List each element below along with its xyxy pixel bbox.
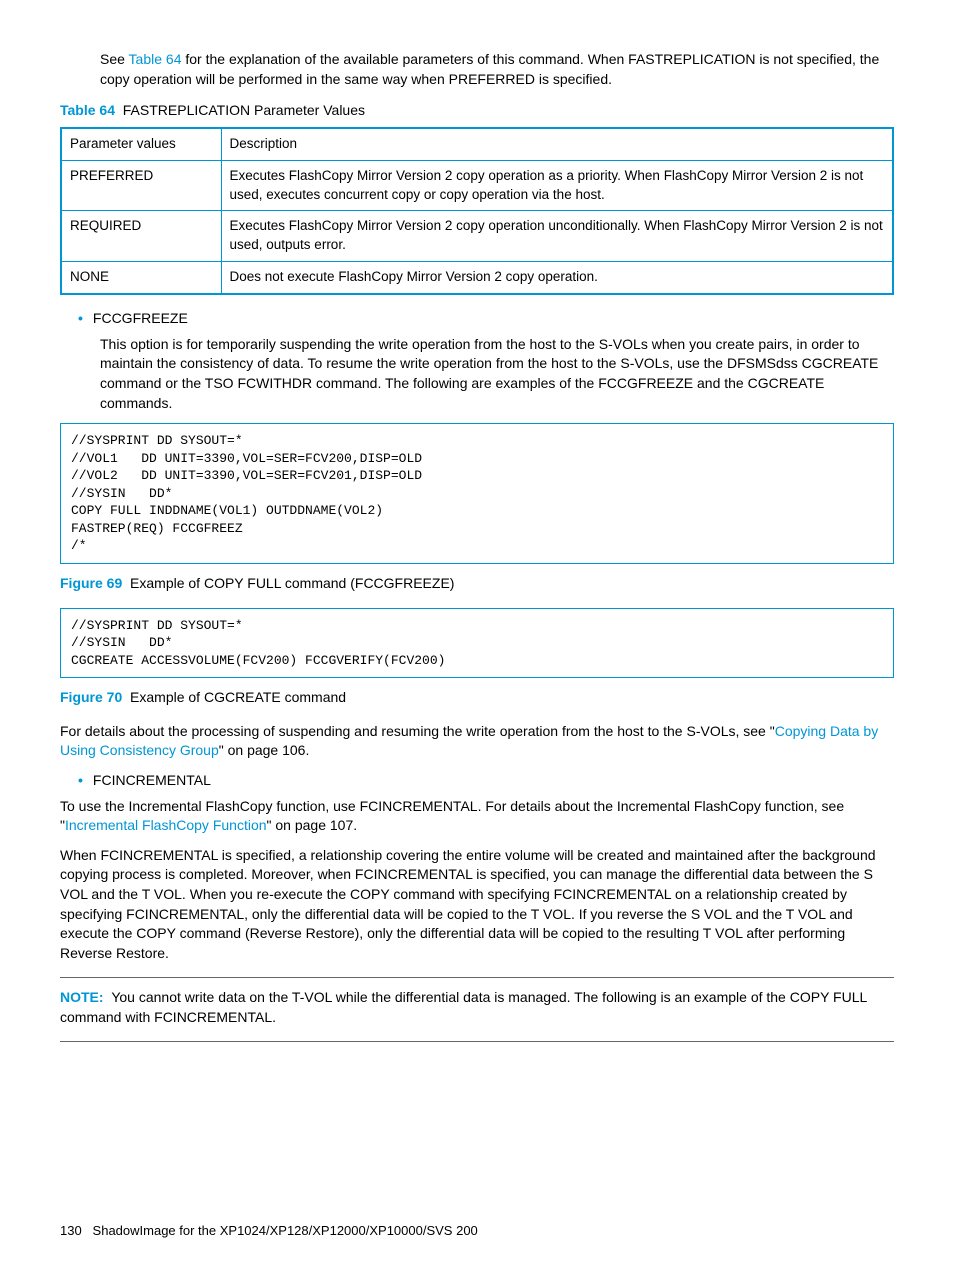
bullet-fcincremental: • FCINCREMENTAL [60, 771, 894, 791]
incremental-flashcopy-link[interactable]: Incremental FlashCopy Function [65, 817, 267, 833]
table64: Parameter values Description PREFERRED E… [60, 127, 894, 295]
bullet-fccgfreeze-title: FCCGFREEZE [93, 309, 894, 329]
bullet-dot-icon: • [78, 309, 83, 329]
note-text: You cannot write data on the T-VOL while… [60, 989, 867, 1025]
cell-desc: Does not execute FlashCopy Mirror Versio… [221, 262, 893, 294]
page-number: 130 [60, 1223, 82, 1238]
cell-param: NONE [61, 262, 221, 294]
para-fcincremental-b: " on page 107. [267, 817, 358, 833]
cell-desc: Executes FlashCopy Mirror Version 2 copy… [221, 211, 893, 262]
cell-param: PREFERRED [61, 160, 221, 211]
para-after70-a: For details about the processing of susp… [60, 723, 775, 739]
th-desc: Description [221, 128, 893, 160]
figure70-label: Figure 70 [60, 689, 122, 705]
cell-desc: Executes FlashCopy Mirror Version 2 copy… [221, 160, 893, 211]
figure70-text: Example of CGCREATE command [130, 689, 346, 705]
note-separator-top [60, 977, 894, 978]
figure69-text: Example of COPY FULL command (FCCGFREEZE… [130, 575, 454, 591]
note-block: NOTE: You cannot write data on the T-VOL… [60, 988, 894, 1027]
para-fcincremental-2: When FCINCREMENTAL is specified, a relat… [60, 846, 894, 964]
fccgfreeze-desc: This option is for temporarily suspendin… [100, 335, 894, 413]
footer-title: ShadowImage for the XP1024/XP128/XP12000… [93, 1223, 478, 1238]
cell-param: REQUIRED [61, 211, 221, 262]
table-header-row: Parameter values Description [61, 128, 893, 160]
figure69-caption: Figure 69 Example of COPY FULL command (… [60, 574, 894, 594]
para-after70-b: " on page 106. [219, 742, 310, 758]
bullet-fcincremental-title: FCINCREMENTAL [93, 771, 894, 791]
table-row: PREFERRED Executes FlashCopy Mirror Vers… [61, 160, 893, 211]
note-separator-bottom [60, 1041, 894, 1042]
para-fcincremental-1: To use the Incremental FlashCopy functio… [60, 797, 894, 836]
code-block-70: //SYSPRINT DD SYSOUT=* //SYSIN DD* CGCRE… [60, 608, 894, 679]
intro-paragraph: See Table 64 for the explanation of the … [100, 50, 894, 89]
table64-caption-label: Table 64 [60, 102, 115, 118]
page-footer: 130 ShadowImage for the XP1024/XP128/XP1… [60, 1222, 894, 1240]
table64-link[interactable]: Table 64 [129, 51, 182, 67]
intro-text-b: for the explanation of the available par… [100, 51, 879, 87]
bullet-dot-icon: • [78, 771, 83, 791]
note-label: NOTE: [60, 989, 104, 1005]
table-row: REQUIRED Executes FlashCopy Mirror Versi… [61, 211, 893, 262]
table-row: NONE Does not execute FlashCopy Mirror V… [61, 262, 893, 294]
code-block-69: //SYSPRINT DD SYSOUT=* //VOL1 DD UNIT=33… [60, 423, 894, 564]
figure70-caption: Figure 70 Example of CGCREATE command [60, 688, 894, 708]
para-after-fig70: For details about the processing of susp… [60, 722, 894, 761]
bullet-fccgfreeze: • FCCGFREEZE [60, 309, 894, 329]
intro-text-a: See [100, 51, 129, 67]
th-param: Parameter values [61, 128, 221, 160]
table64-caption-text: FASTREPLICATION Parameter Values [123, 102, 365, 118]
figure69-label: Figure 69 [60, 575, 122, 591]
table64-caption: Table 64 FASTREPLICATION Parameter Value… [60, 101, 894, 121]
